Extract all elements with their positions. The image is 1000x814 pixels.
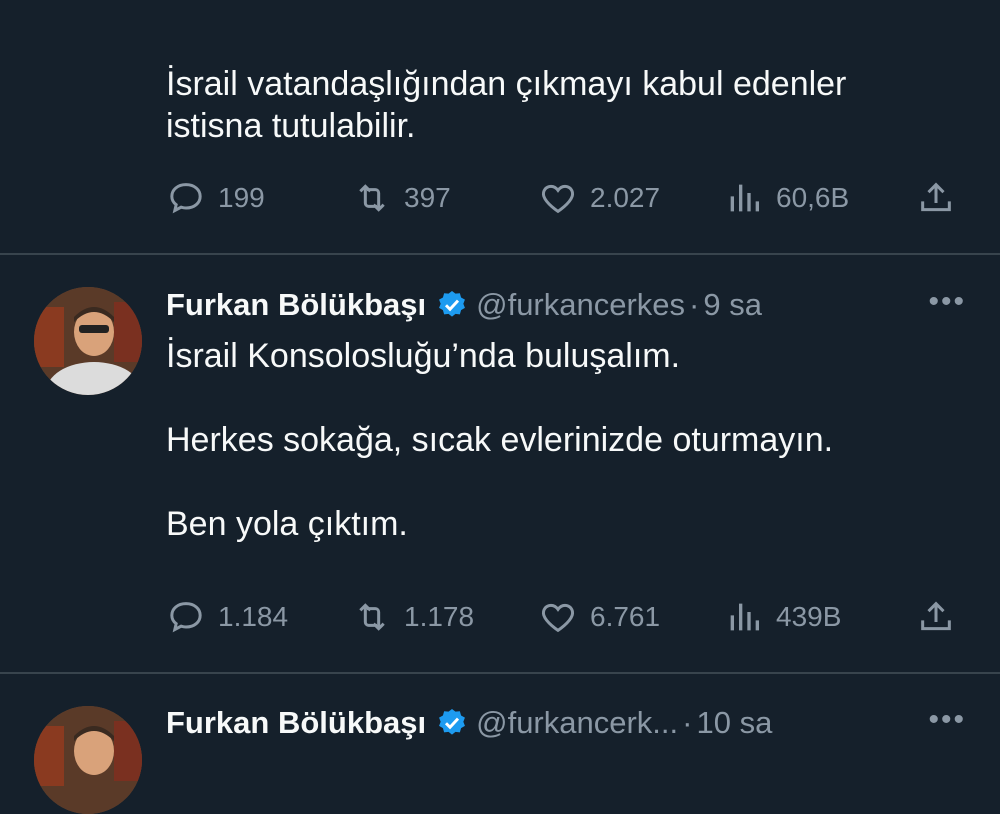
tweet-3[interactable]: Furkan Bölükbaşı @furkancerk... · 10 sa … xyxy=(0,674,1000,814)
tweet-2[interactable]: Furkan Bölükbaşı @furkancerkes · 9 sa ••… xyxy=(0,255,1000,672)
retweet-count: 397 xyxy=(404,182,451,213)
retweet-count: 1.178 xyxy=(404,601,475,632)
like-button[interactable]: 2.027 xyxy=(538,176,660,220)
retweet-icon xyxy=(359,603,385,631)
like-count: 6.761 xyxy=(590,601,661,632)
retweet-icon xyxy=(359,184,385,212)
tweet-2-text: İsrail Konsolosluğu’nda buluşalım. Herke… xyxy=(166,337,834,543)
heart-icon xyxy=(541,603,575,633)
tweet-1-actions: 199 397 2.027 60,6B xyxy=(166,176,966,220)
retweet-button[interactable]: 397 xyxy=(352,176,451,220)
reply-button[interactable]: 1.184 xyxy=(166,595,288,639)
display-name[interactable]: Furkan Bölükbaşı xyxy=(166,705,426,741)
avatar[interactable] xyxy=(34,287,142,395)
tweet-2-header: Furkan Bölükbaşı @furkancerkes · 9 sa xyxy=(166,285,986,325)
share-icon xyxy=(921,182,951,212)
reply-button[interactable]: 199 xyxy=(166,176,265,220)
more-icon[interactable]: ••• xyxy=(928,703,966,737)
separator-dot: · xyxy=(689,287,700,322)
tweet-3-header: Furkan Bölükbaşı @furkancerk... · 10 sa xyxy=(166,703,986,743)
views-icon xyxy=(730,184,759,212)
reply-icon xyxy=(170,183,202,214)
share-button[interactable] xyxy=(916,176,968,220)
tweet-1[interactable]: İsrail vatandaşlığından çıkmayı kabul ed… xyxy=(0,0,1000,253)
avatar-image xyxy=(34,287,142,395)
separator-dot: · xyxy=(682,705,693,740)
more-icon[interactable]: ••• xyxy=(928,285,966,319)
handle[interactable]: @furkancerk... xyxy=(476,705,678,741)
views-button[interactable]: 60,6B xyxy=(724,176,849,220)
display-name[interactable]: Furkan Bölükbaşı xyxy=(166,287,426,323)
verified-badge-icon xyxy=(439,291,466,317)
timestamp[interactable]: 10 sa xyxy=(696,705,772,741)
like-button[interactable]: 6.761 xyxy=(538,595,660,639)
reply-icon xyxy=(170,602,202,633)
share-button[interactable] xyxy=(916,595,968,639)
avatar[interactable] xyxy=(34,706,142,814)
views-icon xyxy=(730,603,759,631)
reply-count: 199 xyxy=(218,182,265,213)
views-button[interactable]: 439B xyxy=(724,595,841,639)
views-count: 60,6B xyxy=(776,182,850,213)
avatar-image xyxy=(34,706,142,814)
heart-icon xyxy=(541,184,575,214)
share-icon xyxy=(921,601,951,631)
like-count: 2.027 xyxy=(590,182,661,213)
tweet-2-actions: 1.184 1.178 6.761 439B xyxy=(166,595,966,639)
reply-count: 1.184 xyxy=(218,601,289,632)
tweet-1-text: İsrail vatandaşlığından çıkmayı kabul ed… xyxy=(166,65,847,145)
verified-badge-icon xyxy=(439,709,466,735)
handle[interactable]: @furkancerkes xyxy=(476,287,685,323)
timestamp[interactable]: 9 sa xyxy=(703,287,762,323)
retweet-button[interactable]: 1.178 xyxy=(352,595,474,639)
views-count: 439B xyxy=(776,601,842,632)
